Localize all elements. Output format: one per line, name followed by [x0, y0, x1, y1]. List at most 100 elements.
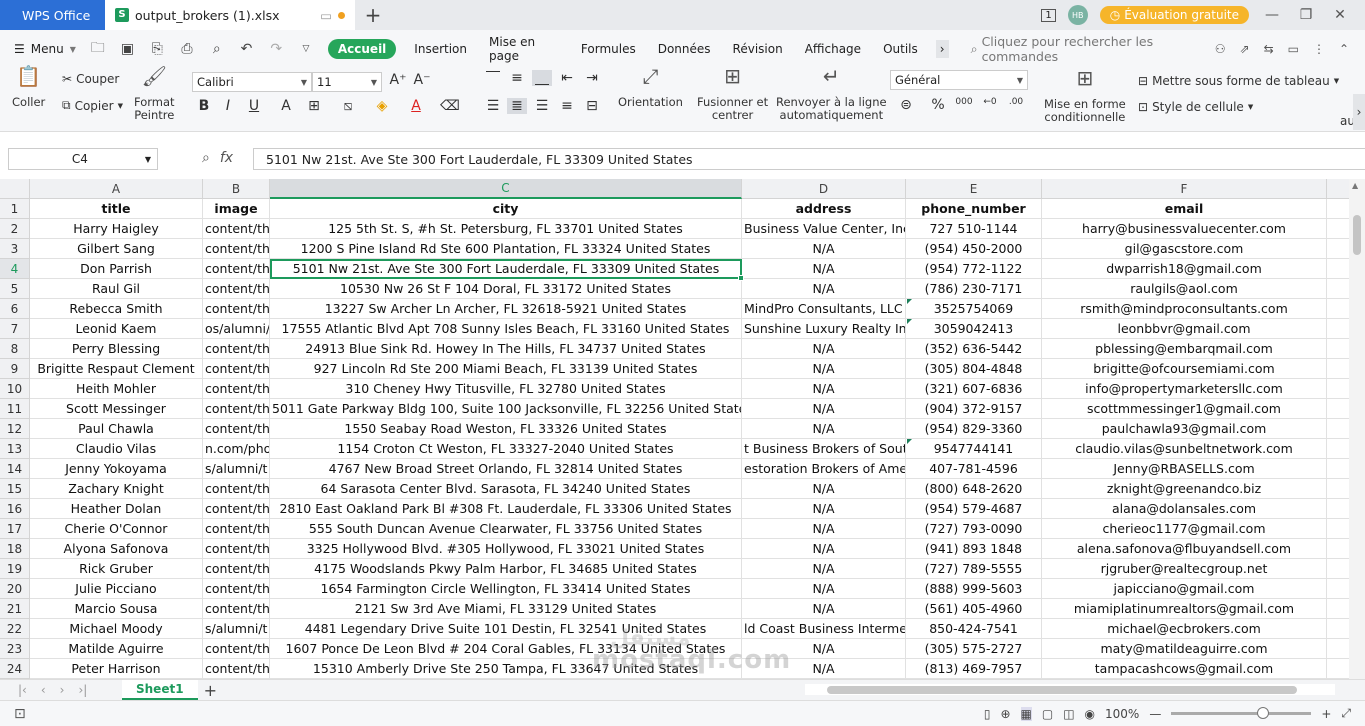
cell-c[interactable]: 17555 Atlantic Blvd Apt 708 Sunny Isles …	[270, 319, 742, 339]
cell-empty[interactable]	[1327, 499, 1349, 519]
cell-d[interactable]: Business Value Center, Inc.	[742, 219, 906, 239]
eraser-icon[interactable]: ⌫	[440, 98, 460, 114]
tab-mise-en-page[interactable]: Mise en page	[485, 32, 563, 66]
cell-e[interactable]: (561) 405-4960	[906, 599, 1042, 619]
save-icon[interactable]: ▣	[120, 41, 136, 57]
row-header[interactable]: 14	[0, 459, 30, 479]
cell-empty[interactable]	[1327, 399, 1349, 419]
open-folder-icon[interactable]: 🗀	[90, 37, 106, 61]
merge-center-button[interactable]: ⊞ Fusionner et centrer	[697, 66, 768, 122]
cell-a[interactable]: Heith Mohler	[30, 379, 203, 399]
font-color-a-icon[interactable]: A	[276, 98, 296, 114]
cell-empty[interactable]	[1327, 559, 1349, 579]
align-left-icon[interactable]: ☰	[483, 98, 503, 114]
cell-d[interactable]: N/A	[742, 599, 906, 619]
cell-c[interactable]: 5011 Gate Parkway Bldg 100, Suite 100 Ja…	[270, 399, 742, 419]
align-right-icon[interactable]: ☰	[532, 98, 552, 114]
cell-empty[interactable]	[1327, 219, 1349, 239]
cell-e[interactable]: 3059042413	[906, 319, 1042, 339]
cell-e[interactable]: (727) 793-0090	[906, 519, 1042, 539]
cell-f[interactable]: pblessing@embarqmail.com	[1042, 339, 1327, 359]
cell-f[interactable]: michael@ecbrokers.com	[1042, 619, 1327, 639]
cell-empty[interactable]	[1327, 519, 1349, 539]
cell-c[interactable]: 4175 Woodslands Pkwy Palm Harbor, FL 346…	[270, 559, 742, 579]
cell-b[interactable]: content/th	[203, 519, 270, 539]
cell-d[interactable]: estoration Brokers of Ameri	[742, 459, 906, 479]
row-header[interactable]: 18	[0, 539, 30, 559]
row-header[interactable]: 17	[0, 519, 30, 539]
cell-d[interactable]: N/A	[742, 579, 906, 599]
cell-c[interactable]: 1654 Farmington Circle Wellington, FL 33…	[270, 579, 742, 599]
formula-input[interactable]: 5101 Nw 21st. Ave Ste 300 Fort Lauderdal…	[253, 148, 1365, 170]
cell-a[interactable]: Rebecca Smith	[30, 299, 203, 319]
cell-c[interactable]: 13227 Sw Archer Ln Archer, FL 32618-5921…	[270, 299, 742, 319]
cell-c[interactable]: 927 Lincoln Rd Ste 200 Miami Beach, FL 3…	[270, 359, 742, 379]
zoom-level[interactable]: 100%	[1105, 707, 1139, 721]
cell-a[interactable]: Cherie O'Connor	[30, 519, 203, 539]
increase-decimal-icon[interactable]: ←0	[980, 97, 1000, 107]
cell-e[interactable]: (954) 829-3360	[906, 419, 1042, 439]
menu-button[interactable]: ☰ Menu ▼	[14, 42, 76, 56]
cell-a[interactable]: Leonid Kaem	[30, 319, 203, 339]
cell-f[interactable]: maty@matildeaguirre.com	[1042, 639, 1327, 659]
cell-e[interactable]: 9547744141	[906, 439, 1042, 459]
cell-d[interactable]: N/A	[742, 359, 906, 379]
cell-a[interactable]: Scott Messinger	[30, 399, 203, 419]
cell-b[interactable]: content/th	[203, 359, 270, 379]
cell-empty[interactable]	[1327, 479, 1349, 499]
cell-empty[interactable]	[1327, 539, 1349, 559]
cell-a[interactable]: Julie Picciano	[30, 579, 203, 599]
cell-a[interactable]: Michael Moody	[30, 619, 203, 639]
copy-button[interactable]: ⧉ Copier ▼	[62, 98, 123, 113]
zoom-in-icon[interactable]: +	[1321, 707, 1331, 721]
cell-empty[interactable]	[1327, 319, 1349, 339]
cell-a[interactable]: Gilbert Sang	[30, 239, 203, 259]
row-header[interactable]: 5	[0, 279, 30, 299]
header-cell-c[interactable]: city	[270, 199, 742, 219]
cell-c[interactable]: 1550 Seabay Road Weston, FL 33326 United…	[270, 419, 742, 439]
fill-pattern-icon[interactable]: ⧅	[338, 98, 358, 114]
cell-empty[interactable]	[1327, 619, 1349, 639]
increase-font-icon[interactable]: A⁺	[388, 72, 408, 88]
vertical-scrollbar[interactable]: ▲	[1349, 179, 1365, 679]
collapse-ribbon-icon[interactable]: ⌃	[1339, 42, 1349, 56]
zoom-slider[interactable]	[1171, 707, 1312, 719]
wps-office-tab[interactable]: WPS Office	[0, 0, 105, 30]
cell-e[interactable]: (727) 789-5555	[906, 559, 1042, 579]
normal-view-icon[interactable]: ▦	[1020, 706, 1032, 721]
print-preview-icon[interactable]: ⌕	[209, 41, 225, 57]
cell-a[interactable]: Claudio Vilas	[30, 439, 203, 459]
cell-e[interactable]: (904) 372-9157	[906, 399, 1042, 419]
cell-b[interactable]: content/th	[203, 559, 270, 579]
cell-empty[interactable]	[1327, 579, 1349, 599]
cell-e[interactable]: (800) 648-2620	[906, 479, 1042, 499]
cell-a[interactable]: Marcio Sousa	[30, 599, 203, 619]
export-pdf-icon[interactable]: ⎘	[149, 41, 165, 57]
new-tab-button[interactable]: +	[355, 0, 391, 30]
next-sheet-icon[interactable]: ›	[60, 683, 65, 697]
cell-b[interactable]: content/th	[203, 579, 270, 599]
row-header[interactable]: 1	[0, 199, 30, 219]
protect-icon[interactable]: ▯	[984, 707, 991, 721]
fullscreen-icon[interactable]: ⤢	[1341, 706, 1351, 721]
cell-f[interactable]: rjgruber@realtecgroup.net	[1042, 559, 1327, 579]
cell-b[interactable]: content/th	[203, 259, 270, 279]
zoom-slider-knob[interactable]	[1257, 707, 1270, 719]
horizontal-scroll-thumb[interactable]	[827, 686, 1297, 694]
cell-empty[interactable]	[1327, 299, 1349, 319]
cell-b[interactable]: content/th	[203, 659, 270, 679]
cell-d[interactable]: N/A	[742, 559, 906, 579]
cell-b[interactable]: n.com/pho	[203, 439, 270, 459]
cell-f[interactable]: Jenny@RBASELLS.com	[1042, 459, 1327, 479]
column-header-b[interactable]: B	[203, 179, 270, 199]
header-cell-f[interactable]: email	[1042, 199, 1327, 219]
cell-a[interactable]: Perry Blessing	[30, 339, 203, 359]
cell-f[interactable]: tampacashcows@gmail.com	[1042, 659, 1327, 679]
cell-a[interactable]: Peter Harrison	[30, 659, 203, 679]
cut-button[interactable]: ✂ Couper	[62, 72, 119, 86]
undo-icon[interactable]: ↶	[239, 41, 255, 57]
cell-empty[interactable]	[1327, 259, 1349, 279]
row-header[interactable]: 4	[0, 259, 30, 279]
cell-d[interactable]: N/A	[742, 519, 906, 539]
cell-f[interactable]: paulchawla93@gmail.com	[1042, 419, 1327, 439]
